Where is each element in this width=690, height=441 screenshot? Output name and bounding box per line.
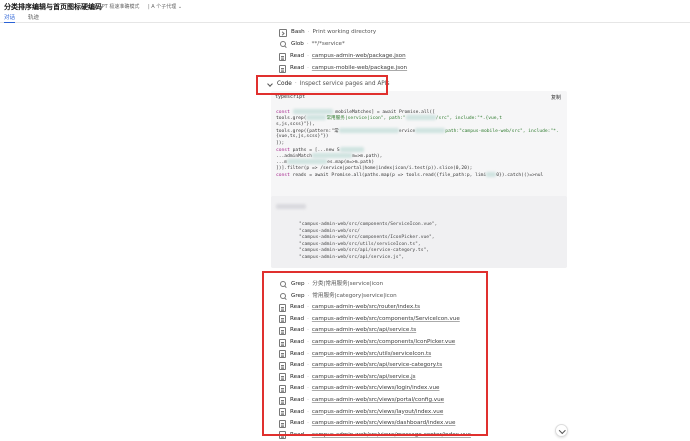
- redacted-text: [405, 115, 436, 121]
- code-keyword: const: [276, 110, 290, 115]
- code-line: const reads = await Promise.all(paths.ma…: [276, 172, 543, 179]
- separator: ·: [307, 29, 310, 35]
- speed-icon: ⊙: [92, 4, 97, 10]
- code-text: ...m: [276, 160, 288, 166]
- terminal-icon: [279, 28, 287, 37]
- output-line: "campus-admin-web/src/: [299, 228, 360, 234]
- separator: ·: [307, 53, 309, 59]
- code-text: tools.grep(: [276, 116, 307, 122]
- highlight-tool-list: [262, 271, 488, 436]
- code-text: reads = await Promise.all(paths.map(p =>…: [289, 173, 487, 178]
- separator: ·: [307, 65, 309, 71]
- redacted-text: [292, 109, 333, 114]
- code-text: /src", include:"*.{vue,t: [435, 116, 503, 122]
- code-text: mobileMatches] = await Promise.all([: [332, 110, 435, 115]
- code-line: ]);: [276, 141, 284, 147]
- code-text: 0}).catch(()=>nul: [496, 173, 544, 178]
- tool-name: Glob: [291, 41, 304, 47]
- redacted-text: [287, 159, 328, 165]
- file-path-link[interactable]: campus-mobile-web/package.json: [312, 63, 407, 74]
- copy-button[interactable]: 复制: [551, 94, 561, 101]
- code-output: "campus-admin-web/src/components/Service…: [271, 196, 567, 268]
- output-line: "campus-admin-web/src/components/IconPic…: [299, 235, 435, 240]
- code-text: ])].filter(p => /service|portal|home|ind…: [276, 165, 462, 171]
- code-text: es.map(m=>m.path): [327, 160, 375, 166]
- tool-step-row[interactable]: Read · campus-mobile-web/package.json: [279, 63, 407, 74]
- file-path-link[interactable]: campus-admin-web/package.json: [312, 51, 406, 62]
- code-text: 20);: [461, 165, 473, 171]
- code-text: ervice: [398, 128, 416, 134]
- tool-name: Read: [290, 53, 305, 59]
- code-line: s,js,scss}"}),: [276, 122, 315, 128]
- code-text: s,js,scss}"}),: [276, 121, 315, 127]
- search-icon: [279, 41, 287, 49]
- code-text: m=>m.path),: [351, 154, 383, 160]
- tab-bar: 对话 轨迹: [0, 12, 690, 23]
- code-text: {vue,ts,js,scss}"}): [276, 134, 329, 140]
- redacted-text: [415, 127, 446, 133]
- code-text: paths = [...new S: [289, 147, 340, 153]
- mode-indicator[interactable]: ⊙ GPT 极速准确模式: [92, 3, 139, 10]
- code-text: ...adminMatch: [276, 154, 312, 160]
- separator: ·: [306, 41, 309, 47]
- redacted-output-header: [276, 204, 306, 211]
- separator-icon: |: [148, 4, 150, 10]
- top-bar: 分类排序编辑与首页图标硬编码 ⊙ GPT 极速准确模式 | A 个子代理 ⌄ 对…: [0, 0, 690, 23]
- output-line: "campus-admin-web/src/api/service.js",: [299, 254, 405, 260]
- redacted-text: [339, 146, 364, 152]
- code-line: {vue,ts,js,scss}"}): [276, 134, 329, 140]
- output-line: "campus-admin-web/src/api/service-catego…: [299, 248, 429, 253]
- code-text: 常用服务|service|icon", path:": [326, 116, 406, 122]
- code-keyword: const: [276, 173, 290, 178]
- redacted-text: [338, 127, 399, 133]
- tool-name: Read: [290, 65, 305, 71]
- redacted-text: [311, 153, 352, 159]
- tool-name: Bash: [291, 29, 305, 35]
- file-icon: [279, 64, 286, 73]
- redacted-text: [276, 204, 306, 209]
- highlight-code-header: [256, 75, 388, 95]
- agents-indicator[interactable]: | A 个子代理 ⌄: [148, 3, 182, 10]
- page-title: 分类排序编辑与首页图标硬编码: [4, 3, 102, 11]
- tool-target: Print working directory: [312, 29, 377, 35]
- redacted-text: [486, 172, 497, 177]
- tool-target: **/*service*: [311, 41, 345, 47]
- tab-trajectory[interactable]: 轨迹: [28, 13, 39, 21]
- output-line: "campus-admin-web/src/utils/serviceIcon.…: [299, 241, 421, 247]
- tool-step-row[interactable]: Read · campus-admin-web/package.json: [279, 51, 406, 62]
- code-keyword: const: [276, 147, 290, 153]
- tool-step-row[interactable]: Glob · **/*service*: [279, 39, 345, 50]
- tool-step-row[interactable]: Bash · Print working directory: [279, 27, 376, 38]
- file-icon: [279, 52, 286, 61]
- redacted-text: [306, 115, 327, 121]
- code-line: ])].filter(p => /service|portal|home|ind…: [276, 166, 472, 172]
- code-block: typescript 复制 const mobileMatches] = awa…: [271, 91, 567, 268]
- scroll-down-button[interactable]: [555, 424, 568, 437]
- output-line: "campus-admin-web/src/components/Service…: [299, 222, 438, 227]
- code-text: path:"campus-mobile-web/src", include:"*…: [445, 128, 559, 134]
- code-text: ]);: [276, 140, 285, 146]
- chevron-down-icon: ⌄: [177, 4, 183, 10]
- tab-conversation[interactable]: 对话: [4, 13, 16, 23]
